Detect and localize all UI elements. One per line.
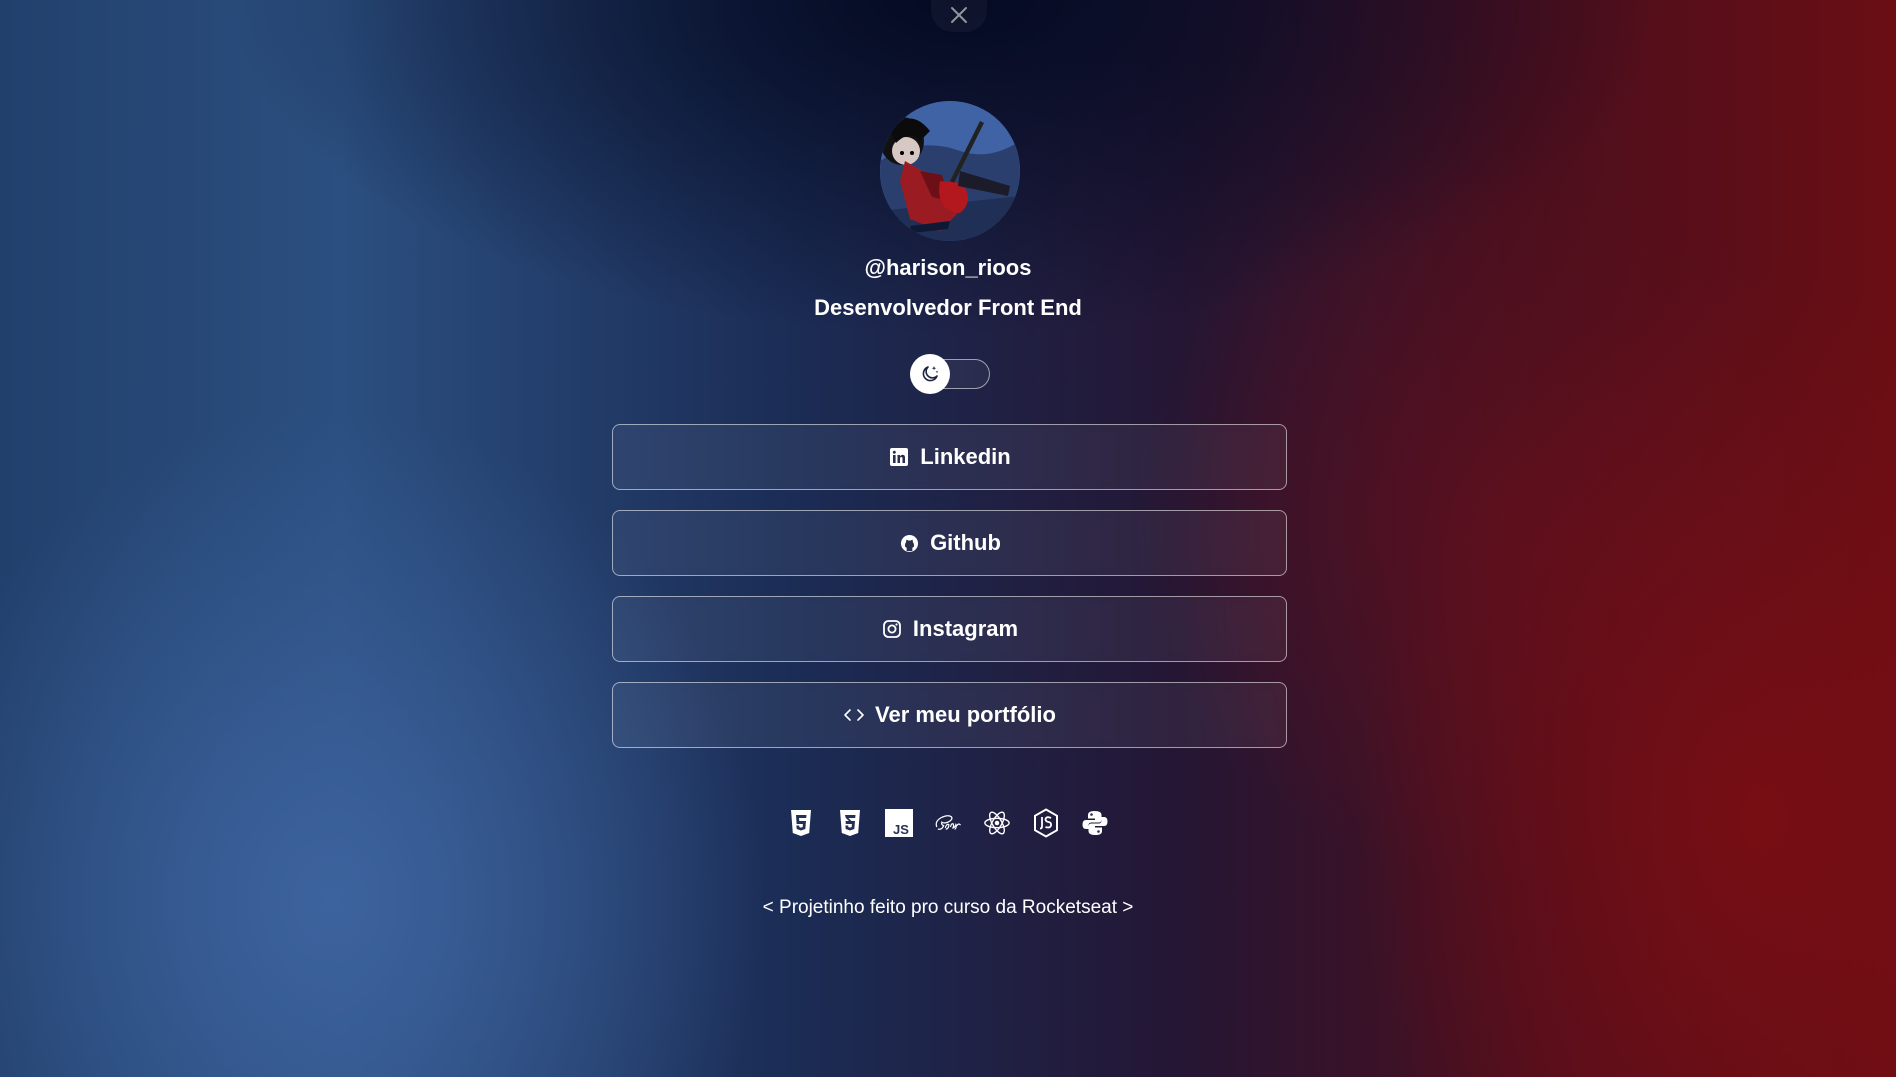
instagram-label: Instagram [912, 616, 1019, 641]
github-label: Github [930, 530, 1001, 555]
react-icon [983, 808, 1011, 838]
portfolio-label: Ver meu portfólio [875, 702, 1056, 727]
username: @harison_rioos [864, 255, 1032, 280]
role-title: Desenvolvedor Front End [814, 295, 1082, 320]
page: @harison_rioos Desenvolvedor Front End L… [0, 0, 1896, 1077]
html5-icon [787, 808, 815, 838]
svg-text:JS: JS [893, 822, 909, 837]
linkedin-link[interactable]: Linkedin [612, 424, 1287, 490]
avatar [880, 101, 1020, 241]
linkedin-label: Linkedin [920, 444, 1011, 469]
toggle-knob [910, 354, 950, 394]
css3-icon [836, 808, 864, 838]
github-link[interactable]: Github [612, 510, 1287, 576]
javascript-icon: JS [885, 808, 913, 838]
close-icon [951, 7, 967, 23]
close-button[interactable] [931, 0, 987, 32]
nodejs-icon [1032, 808, 1060, 838]
code-icon [843, 704, 865, 726]
tech-stack: JS [0, 808, 1896, 838]
github-icon [898, 532, 920, 554]
moon-stars-icon [922, 366, 939, 382]
linkedin-icon [888, 446, 910, 468]
theme-toggle[interactable] [910, 354, 990, 394]
link-list: Linkedin Github Instagram Ver meu portfó… [612, 424, 1287, 768]
instagram-icon [881, 618, 903, 640]
instagram-link[interactable]: Instagram [612, 596, 1287, 662]
footer-text: < Projetinho feito pro curso da Rocketse… [762, 897, 1134, 918]
sass-icon [934, 808, 962, 838]
python-icon [1081, 808, 1109, 838]
portfolio-link[interactable]: Ver meu portfólio [612, 682, 1287, 748]
